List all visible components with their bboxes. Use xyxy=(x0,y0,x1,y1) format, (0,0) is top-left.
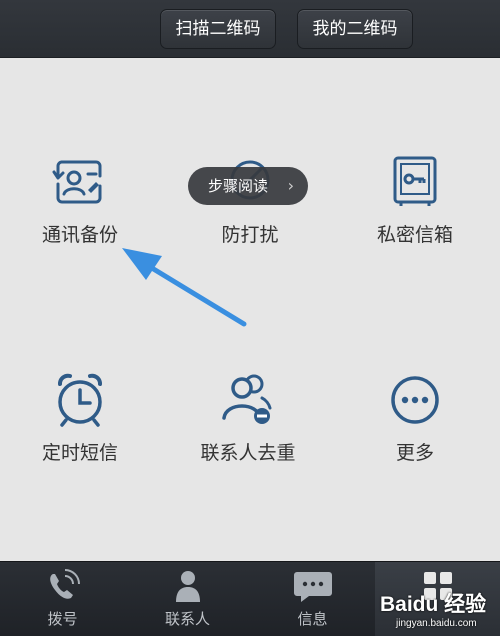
person-icon xyxy=(168,568,208,604)
tile-label: 私密信箱 xyxy=(376,224,453,246)
tile-label: 更多 xyxy=(395,442,434,464)
tile-label: 通讯备份 xyxy=(41,224,118,246)
tab-label: 联系人 xyxy=(164,610,210,628)
tile-label: 联系人去重 xyxy=(200,442,296,464)
alarm-clock-icon xyxy=(48,368,112,432)
more-icon xyxy=(383,368,447,432)
tab-label: 信息 xyxy=(297,610,328,628)
chevron-right-icon: › xyxy=(287,176,294,195)
tile-label: 防打扰 xyxy=(221,224,279,246)
contacts-dedup-icon xyxy=(216,368,280,432)
private-safe-icon xyxy=(383,150,447,214)
grid-icon xyxy=(418,568,458,604)
my-qr-code-button[interactable]: 我的二维码 xyxy=(297,9,413,49)
message-icon xyxy=(293,568,333,604)
top-bar: 扫描二维码 我的二维码 xyxy=(0,0,500,58)
contacts-backup-icon xyxy=(48,150,112,214)
scan-qr-button[interactable]: 扫描二维码 xyxy=(160,9,276,49)
tab-tools[interactable] xyxy=(375,562,500,636)
tab-contacts[interactable]: 联系人 xyxy=(125,562,250,636)
tab-messages[interactable]: 信息 xyxy=(250,562,375,636)
tooltip-text: 步骤阅读 xyxy=(208,177,269,195)
bottom-tab-bar: 拨号 联系人 信息 xyxy=(0,561,500,636)
feature-grid: 通讯备份 防打扰 私密信箱 定时短信 联系人去重 更多 xyxy=(0,58,500,561)
tab-label: 拨号 xyxy=(47,610,78,628)
tile-contacts-dedup[interactable]: 联系人去重 xyxy=(168,368,328,488)
tile-scheduled-sms[interactable]: 定时短信 xyxy=(0,368,160,488)
step-reading-tooltip[interactable]: 步骤阅读 › xyxy=(188,167,308,205)
tab-dial[interactable]: 拨号 xyxy=(0,562,125,636)
tile-contacts-backup[interactable]: 通讯备份 xyxy=(0,150,160,270)
tile-label: 定时短信 xyxy=(41,442,118,464)
tile-private-mailbox[interactable]: 私密信箱 xyxy=(335,150,495,270)
phone-icon xyxy=(43,568,83,604)
tile-more[interactable]: 更多 xyxy=(335,368,495,488)
